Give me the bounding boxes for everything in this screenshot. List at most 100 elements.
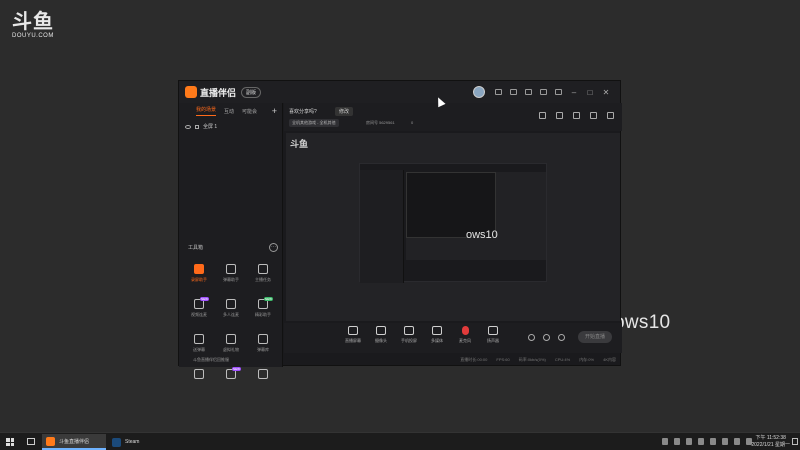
- video-icon[interactable]: [528, 334, 535, 341]
- tool-video-link[interactable]: NEW 视频连麦: [183, 296, 215, 327]
- menu-icon[interactable]: [555, 89, 562, 95]
- taskbar-item-live-companion[interactable]: 斗鱼直播伴侣: [42, 434, 106, 450]
- eye-icon[interactable]: [543, 334, 550, 341]
- preview-watermark: 斗鱼: [290, 139, 309, 149]
- phone-cast-button[interactable]: 手机投屏: [395, 326, 423, 344]
- eye-icon[interactable]: [185, 124, 191, 129]
- close-button[interactable]: ✕: [602, 88, 610, 97]
- tool-label: 录屏助手: [191, 277, 207, 282]
- monitor-icon: [348, 326, 358, 335]
- taskbar-item-label: Steam: [125, 439, 140, 445]
- tool-multi-link[interactable]: 多人连麦: [215, 296, 247, 327]
- nested-app-capture: [359, 163, 547, 283]
- tablet-icon: [194, 369, 204, 379]
- stream-toolbar: 直播屏幕 摄像头 手机投屏 多媒体 麦克风 扬声器 开始直播: [284, 323, 622, 353]
- lock-icon[interactable]: [195, 124, 199, 129]
- preview-text: ows10: [466, 229, 498, 241]
- tray-chevron-icon[interactable]: [674, 438, 680, 445]
- nested-preview: [406, 172, 546, 260]
- phone-icon: [404, 326, 414, 335]
- media-button[interactable]: 多媒体: [423, 326, 451, 344]
- speaker-button[interactable]: 扬声器: [479, 326, 507, 344]
- trophy-icon[interactable]: [540, 89, 547, 95]
- stream-preview[interactable]: 斗鱼 ows10: [286, 133, 620, 321]
- stat-duration: 直播时长:00:00: [460, 357, 488, 362]
- ime-icon[interactable]: [734, 438, 740, 445]
- bell-icon[interactable]: [590, 112, 597, 119]
- camera-icon: [376, 326, 386, 335]
- app-icon: [46, 436, 55, 446]
- document-icon[interactable]: [573, 112, 580, 119]
- edit-title-button[interactable]: 修改: [335, 107, 354, 116]
- image-icon[interactable]: [525, 89, 532, 95]
- more-icon[interactable]: ···: [269, 243, 278, 252]
- tool-label: 多人连麦: [223, 312, 239, 317]
- system-clock[interactable]: 下午 11:52:38 2022/1/21 星期一: [751, 435, 790, 449]
- toolbox-grid: 录屏助手 弹幕助手 主播任务 NEW 视频连麦 多人连麦 NEW 精彩助手 送弹…: [183, 261, 279, 397]
- tool-danmaku-assistant[interactable]: 弹幕助手: [215, 261, 247, 292]
- tab-my-scenes[interactable]: 我的场景: [196, 106, 217, 116]
- scene-item[interactable]: 全屏 1: [179, 119, 282, 130]
- stat-bitrate: 码率:0kb/s(0%): [518, 357, 546, 362]
- new-badge: NEW: [232, 367, 241, 371]
- chat-icon: [194, 334, 204, 344]
- stream-header: 喜欢分享吗? 修改 全机其他游戏 - 全机其他 房间号 5629561 0: [284, 103, 622, 131]
- tool-label: 扬声器: [487, 338, 499, 343]
- task-view-icon[interactable]: [27, 438, 35, 445]
- security-icon[interactable]: [710, 438, 716, 445]
- minimize-button[interactable]: –: [570, 88, 578, 97]
- tool-item-10[interactable]: [183, 366, 215, 397]
- tool-label: 视频连麦: [191, 312, 207, 317]
- download-icon: [226, 299, 236, 309]
- share-icon[interactable]: [607, 112, 614, 119]
- gear-icon[interactable]: [558, 334, 565, 341]
- bottom-hint[interactable]: 斗鱼直播伴侣回推服: [193, 357, 229, 363]
- start-stream-button[interactable]: 开始直播: [578, 331, 612, 343]
- clipboard-icon: [258, 264, 268, 274]
- steam-icon: [112, 437, 121, 447]
- mail-icon[interactable]: [495, 89, 502, 95]
- share-screen-icon[interactable]: [556, 112, 563, 119]
- desktop: 斗鱼 DOUYU.COM ows10 直播伴侣 副版 – □ ✕ 我的场景 互动…: [0, 0, 800, 432]
- clock-date: 2022/1/21 星期一: [751, 442, 790, 448]
- tool-streamer-tasks[interactable]: 主播任务: [247, 261, 279, 292]
- new-badge: NEW: [264, 297, 273, 301]
- scene-tabs: 我的场景 互动 可能会 +: [179, 103, 282, 119]
- record-icon: [194, 264, 204, 274]
- category-pill[interactable]: 全机其他游戏 - 全机其他: [289, 119, 339, 127]
- screen-capture-button[interactable]: 直播屏幕: [339, 326, 367, 344]
- app-logo-icon: [185, 86, 197, 98]
- version-pill[interactable]: 副版: [241, 86, 262, 98]
- nested-sidebar: [360, 170, 404, 283]
- microphone-icon: [461, 326, 469, 335]
- add-scene-button[interactable]: +: [272, 106, 277, 116]
- app-title: 直播伴侣: [200, 87, 237, 98]
- tool-item-11[interactable]: NEW: [215, 366, 247, 397]
- calendar-icon: [258, 334, 268, 344]
- tool-highlights[interactable]: NEW 精彩助手: [247, 296, 279, 327]
- notification-icon[interactable]: [792, 438, 798, 445]
- tool-item-12[interactable]: [247, 366, 279, 397]
- gift-icon[interactable]: [539, 112, 546, 119]
- microphone-button[interactable]: 麦克风: [451, 326, 479, 344]
- desktop-background-text: ows10: [614, 312, 671, 333]
- camera-button[interactable]: 摄像头: [367, 326, 395, 344]
- tab-interact[interactable]: 互动: [224, 108, 234, 115]
- network-icon[interactable]: [698, 438, 704, 445]
- tab-maybe[interactable]: 可能会: [242, 108, 257, 115]
- taskbar: 斗鱼直播伴侣 Steam 下午 11:52:38 2022/1/21 星期一: [0, 432, 800, 450]
- logo-domain: DOUYU.COM: [12, 33, 54, 39]
- bluetooth-icon[interactable]: [686, 438, 692, 445]
- volume-icon[interactable]: [722, 438, 728, 445]
- new-badge: NEW: [200, 297, 209, 301]
- start-button[interactable]: [6, 438, 14, 446]
- maximize-button[interactable]: □: [586, 88, 594, 97]
- tool-label: 摄像头: [375, 338, 387, 343]
- tray-app-icon[interactable]: [662, 438, 668, 445]
- avatar[interactable]: [473, 86, 485, 98]
- crown-icon[interactable]: [510, 89, 517, 95]
- header-icons: [539, 112, 614, 119]
- live-companion-window: 直播伴侣 副版 – □ ✕ 我的场景 互动 可能会 + 全屏 1 工具箱 ···…: [178, 80, 622, 379]
- taskbar-item-steam[interactable]: Steam: [108, 434, 158, 450]
- tool-recording-assistant[interactable]: 录屏助手: [183, 261, 215, 292]
